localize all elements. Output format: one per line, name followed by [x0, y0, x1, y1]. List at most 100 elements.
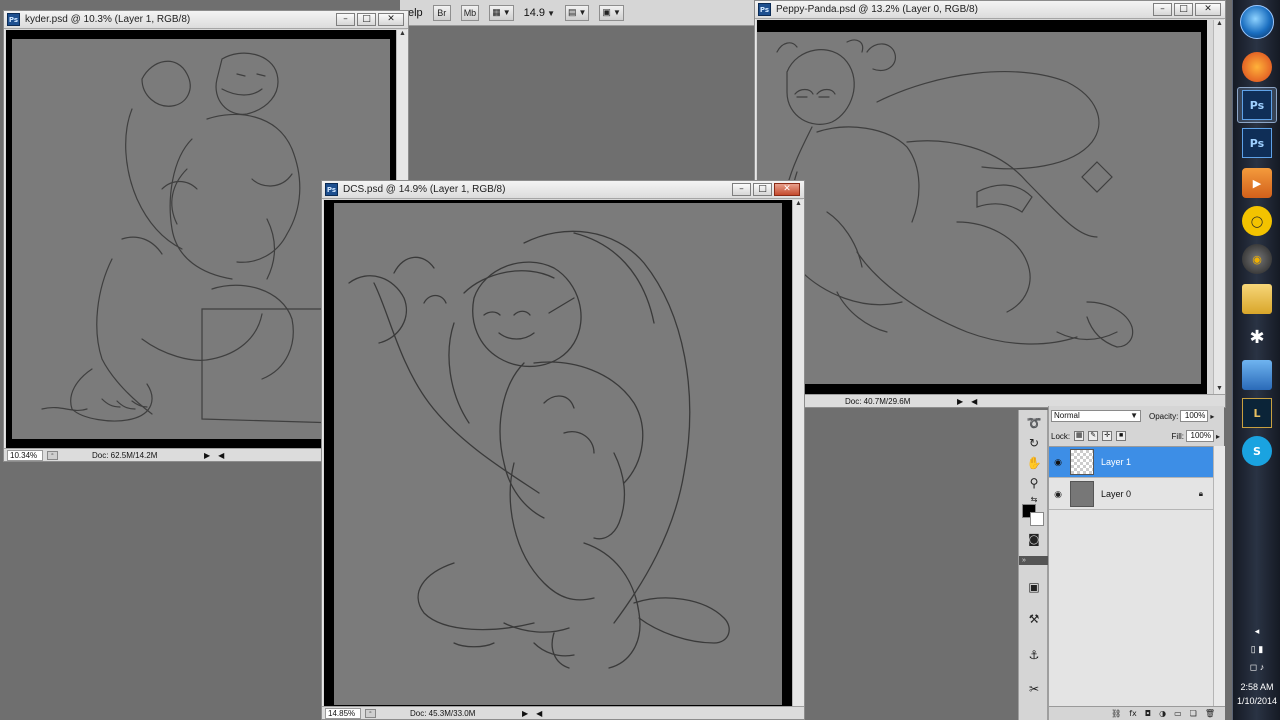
minimize-button[interactable]: – — [732, 183, 751, 196]
photoshop-doc-icon: Ps — [758, 3, 771, 16]
zoom-field[interactable]: 10.34% — [7, 449, 43, 461]
application-bar: elp Br Mb ▦ ▼ 14.9 ▼ ▤ ▼ ▣ ▼ — [400, 0, 760, 26]
clock-date[interactable]: 1/10/2014 — [1233, 696, 1280, 706]
layers-scrollbar[interactable] — [1213, 446, 1225, 706]
layer-row-layer-0[interactable]: ◉ Layer 0 🔒︎ — [1049, 479, 1213, 510]
document-window-peppy-panda[interactable]: Ps Peppy-Panda.psd @ 13.2% (Layer 0, RGB… — [754, 0, 1226, 408]
scroll-left-arrow[interactable]: ◀ — [971, 397, 977, 406]
close-button[interactable]: ✕ — [774, 183, 800, 196]
doc-size-info: Doc: 62.5M/14.2M — [92, 450, 158, 460]
league-of-legends-icon[interactable]: L — [1242, 398, 1272, 428]
add-mask-icon[interactable]: ◘ — [1145, 709, 1151, 718]
mini-bridge-icon[interactable]: ▣ — [1024, 578, 1044, 596]
layer-thumbnail — [1070, 449, 1094, 475]
doc-size-info: Doc: 40.7M/29.6M — [845, 396, 911, 406]
network-icon[interactable] — [1242, 360, 1272, 390]
opacity-label: Opacity: — [1149, 411, 1179, 421]
zoom-field[interactable]: 14.85% — [325, 707, 361, 719]
speaker-app-icon[interactable]: ◉ — [1242, 244, 1272, 274]
windows-taskbar: Ps Ps ▶ ◯ ◉ ✱ L S ◂ ▯ ▮ ◻ ♪ 2:58 AM 1/10… — [1232, 0, 1280, 720]
minimize-button[interactable]: – — [1153, 3, 1172, 16]
photoshop-icon-2[interactable]: Ps — [1242, 128, 1272, 158]
status-menu-arrow[interactable]: ▶ — [957, 397, 963, 406]
lock-all-icon[interactable]: ■ — [1116, 431, 1127, 441]
background-color-swatch[interactable] — [1030, 512, 1044, 526]
start-button[interactable] — [1240, 5, 1274, 39]
scroll-up-arrow[interactable]: ▲ — [397, 30, 408, 40]
vertical-scrollbar[interactable]: ▲ — [792, 200, 804, 708]
maximize-button[interactable]: □ — [1174, 3, 1193, 16]
skype-icon[interactable]: S — [1242, 436, 1272, 466]
clone-source-icon[interactable]: ⚓ — [1024, 646, 1044, 664]
screen-mode-button[interactable]: ▣ ▼ — [599, 4, 624, 21]
lasso-icon[interactable]: ➰ — [1024, 414, 1044, 432]
layer-row-layer-1[interactable]: ◉ Layer 1 — [1049, 447, 1213, 478]
lock-transparency-icon[interactable]: ▦ — [1074, 431, 1085, 441]
close-button[interactable]: ✕ — [1195, 3, 1221, 16]
zbrush-icon[interactable]: ✱ — [1242, 322, 1272, 352]
tool-presets-icon[interactable]: ✂ — [1024, 680, 1044, 698]
blend-mode-select[interactable]: Normal ▼ — [1051, 410, 1141, 422]
eye-icon[interactable]: ◉ — [1049, 457, 1067, 468]
link-layers-icon[interactable]: ⛓ — [1111, 709, 1121, 718]
lock-pixels-icon[interactable]: ✎ — [1088, 431, 1099, 441]
arrange-documents-button[interactable]: ▤ ▼ — [564, 4, 590, 21]
photoshop-icon[interactable]: Ps — [1242, 90, 1272, 120]
hand-icon[interactable]: ✋ — [1024, 454, 1044, 472]
layer-name: Layer 1 — [1101, 457, 1132, 467]
scroll-up-arrow[interactable]: ▲ — [1214, 20, 1225, 30]
opacity-arrow[interactable]: ▸ — [1210, 412, 1214, 421]
firefox-icon[interactable] — [1242, 52, 1272, 82]
window-titlebar[interactable]: Ps Peppy-Panda.psd @ 13.2% (Layer 0, RGB… — [755, 1, 1225, 19]
new-layer-icon[interactable]: ❏ — [1190, 709, 1197, 718]
tray-expand-icon[interactable]: ◂ — [1233, 626, 1280, 637]
scroll-up-arrow[interactable]: ▲ — [793, 200, 804, 210]
layer-name: Layer 0 — [1101, 489, 1132, 499]
file-explorer-icon[interactable] — [1242, 284, 1272, 314]
status-preview-icon[interactable]: ▫ — [365, 708, 376, 718]
media-player-icon[interactable]: ▶ — [1242, 168, 1272, 198]
window-title: Peppy-Panda.psd @ 13.2% (Layer 0, RGB/8) — [776, 4, 978, 15]
tray-icons[interactable]: ▯ ▮ — [1233, 644, 1280, 655]
zoom-level[interactable]: 14.9 ▼ — [524, 7, 555, 19]
eye-icon[interactable]: ◉ — [1049, 489, 1067, 500]
sketch-peppy-panda — [776, 39, 1134, 348]
mini-bridge-button[interactable]: Mb — [460, 4, 480, 21]
doc-size-info: Doc: 45.3M/33.0M — [410, 708, 476, 718]
panel-collapse-bar[interactable]: » — [1019, 556, 1049, 565]
winamp-icon[interactable]: ◯ — [1242, 206, 1272, 236]
status-preview-icon[interactable]: ▫ — [47, 450, 58, 460]
canvas-dcs[interactable] — [334, 203, 782, 705]
brush-settings-icon[interactable]: ⚒ — [1024, 610, 1044, 628]
status-menu-arrow[interactable]: ▶ — [522, 709, 528, 718]
window-titlebar[interactable]: Ps DCS.psd @ 14.9% (Layer 1, RGB/8) – □ … — [322, 181, 804, 199]
new-group-icon[interactable]: ▭ — [1174, 709, 1182, 718]
maximize-button[interactable]: □ — [753, 183, 772, 196]
quick-mask-icon[interactable]: ◙ — [1024, 530, 1044, 548]
rotate-view-icon[interactable]: ↻ — [1024, 434, 1044, 452]
status-menu-arrow[interactable]: ▶ — [204, 451, 210, 460]
lock-position-icon[interactable]: ✛ — [1102, 431, 1113, 441]
close-button[interactable]: ✕ — [378, 13, 404, 26]
window-titlebar[interactable]: Ps kyder.psd @ 10.3% (Layer 1, RGB/8) – … — [4, 11, 408, 29]
canvas-peppy-panda[interactable] — [757, 32, 1201, 384]
help-menu[interactable]: elp — [408, 7, 423, 19]
vertical-scrollbar[interactable]: ▲ ▼ — [1213, 20, 1225, 395]
fill-arrow[interactable]: ▸ — [1216, 432, 1220, 441]
trash-icon[interactable]: 🗑︎ — [1205, 709, 1215, 718]
document-window-dcs[interactable]: Ps DCS.psd @ 14.9% (Layer 1, RGB/8) – □ … — [321, 180, 805, 720]
clock-time[interactable]: 2:58 AM — [1233, 682, 1280, 692]
layer-list: ◉ Layer 1 ◉ Layer 0 🔒︎ — [1049, 446, 1213, 706]
bridge-button[interactable]: Br — [432, 4, 451, 21]
fill-field[interactable]: 100% — [1185, 430, 1214, 442]
minimize-button[interactable]: – — [336, 13, 355, 26]
layer-style-icon[interactable]: fx — [1129, 709, 1137, 718]
scroll-left-arrow[interactable]: ◀ — [218, 451, 224, 460]
adjustment-layer-icon[interactable]: ◑ — [1159, 709, 1166, 718]
maximize-button[interactable]: □ — [357, 13, 376, 26]
view-extras-button[interactable]: ▦ ▼ — [489, 4, 514, 21]
lock-label: Lock: — [1051, 431, 1071, 441]
scroll-left-arrow[interactable]: ◀ — [536, 709, 542, 718]
opacity-field[interactable]: 100% — [1180, 410, 1209, 422]
tray-icons-2[interactable]: ◻ ♪ — [1233, 662, 1280, 673]
